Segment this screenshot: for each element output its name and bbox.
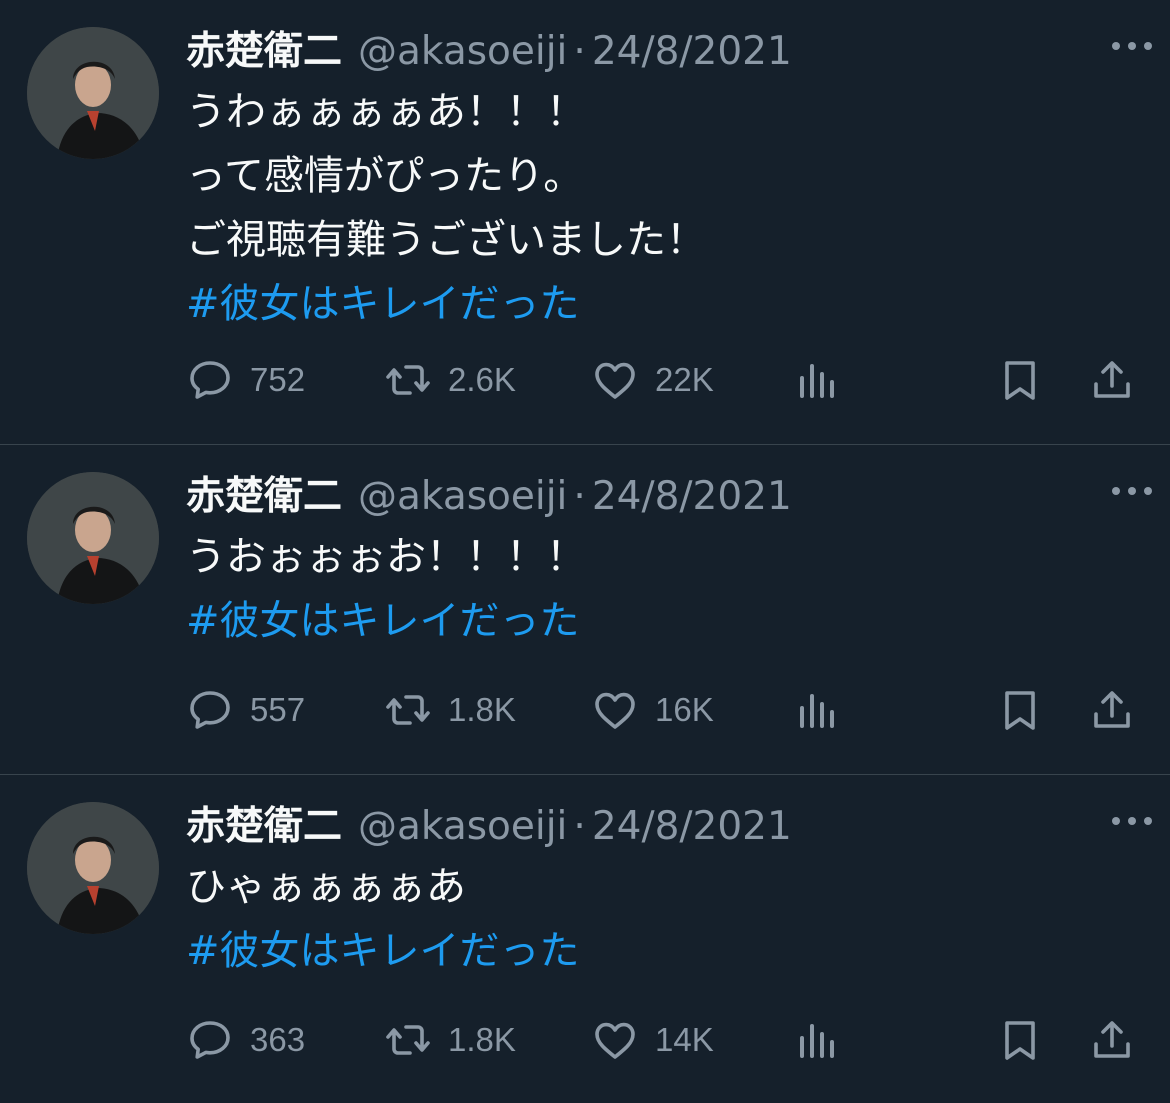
action-bar: 363 1.8K 14K xyxy=(186,1012,1140,1068)
retweet-button[interactable]: 1.8K xyxy=(384,682,516,738)
share-button[interactable] xyxy=(1088,1012,1136,1068)
share-button[interactable] xyxy=(1088,352,1136,408)
like-button[interactable]: 22K xyxy=(591,352,714,408)
bookmark-icon xyxy=(1005,1021,1035,1060)
author-name[interactable]: 赤楚衛二 xyxy=(186,795,342,851)
tweet-date[interactable]: 24/8/2021 xyxy=(592,474,792,519)
heart-icon xyxy=(595,692,635,729)
bookmark-icon xyxy=(1005,361,1035,400)
tweet-text-line: って感情がぴったり。 xyxy=(186,153,584,199)
share-icon xyxy=(1094,1021,1130,1058)
more-icon[interactable] xyxy=(1108,801,1156,841)
like-button[interactable]: 16K xyxy=(591,682,714,738)
tweet-text: うおぉぉぉお！！！！ #彼女はキレイだった xyxy=(186,525,1150,653)
more-icon[interactable] xyxy=(1108,26,1156,66)
retweet-icon xyxy=(386,365,430,395)
separator-dot: · xyxy=(573,474,586,519)
tweet-header: 赤楚衛二 @akasoeiji · 24/8/2021 xyxy=(186,795,1150,851)
tweet-header: 赤楚衛二 @akasoeiji · 24/8/2021 xyxy=(186,465,1150,521)
author-name[interactable]: 赤楚衛二 xyxy=(186,20,342,76)
tweet-header: 赤楚衛二 @akasoeiji · 24/8/2021 xyxy=(186,20,1150,76)
tweet-date[interactable]: 24/8/2021 xyxy=(592,804,792,849)
like-count: 14K xyxy=(655,1021,714,1058)
reply-button[interactable]: 363 xyxy=(186,1012,305,1068)
share-button[interactable] xyxy=(1088,682,1136,738)
author-handle[interactable]: @akasoeiji xyxy=(358,29,567,74)
reply-button[interactable]: 752 xyxy=(186,352,305,408)
retweet-count: 1.8K xyxy=(448,1021,516,1058)
author-handle[interactable]: @akasoeiji xyxy=(358,804,567,849)
hashtag-link[interactable]: #彼女はキレイだった xyxy=(186,919,1150,983)
bookmark-button[interactable] xyxy=(996,1012,1044,1068)
bookmark-button[interactable] xyxy=(996,352,1044,408)
reply-count: 363 xyxy=(250,1021,306,1058)
tweet[interactable]: 赤楚衛二 @akasoeiji · 24/8/2021 うおぉぉぉお！！！！ #… xyxy=(0,445,1170,775)
avatar[interactable] xyxy=(27,27,159,159)
tweet-text-line: うわぁぁぁぁあ！！！ xyxy=(186,89,586,135)
hashtag-link[interactable]: #彼女はキレイだった xyxy=(186,589,1150,653)
author-name[interactable]: 赤楚衛二 xyxy=(186,465,342,521)
views-icon xyxy=(800,694,834,728)
retweet-count: 1.8K xyxy=(448,691,516,728)
views-icon xyxy=(800,364,834,398)
share-icon xyxy=(1094,361,1130,398)
retweet-count: 2.6K xyxy=(448,361,516,398)
tweet-text: ひゃぁぁぁぁあ #彼女はキレイだった xyxy=(186,855,1150,983)
action-bar: 557 1.8K 16K xyxy=(186,682,1140,738)
retweet-icon xyxy=(386,695,430,725)
retweet-button[interactable]: 2.6K xyxy=(384,352,516,408)
reply-icon xyxy=(190,361,230,399)
views-icon xyxy=(800,1024,834,1058)
tweet-text-line: ご視聴有難うございました！ xyxy=(186,217,706,263)
tweet[interactable]: 赤楚衛二 @akasoeiji · 24/8/2021 ひゃぁぁぁぁあ #彼女は… xyxy=(0,775,1170,1103)
tweet-date[interactable]: 24/8/2021 xyxy=(592,29,792,74)
separator-dot: · xyxy=(573,804,586,849)
like-count: 22K xyxy=(655,361,714,398)
retweet-button[interactable]: 1.8K xyxy=(384,1012,516,1068)
bookmark-icon xyxy=(1005,691,1035,730)
bookmark-button[interactable] xyxy=(996,682,1044,738)
like-button[interactable]: 14K xyxy=(591,1012,714,1068)
tweet-text-line: ひゃぁぁぁぁあ xyxy=(186,864,466,910)
share-icon xyxy=(1094,691,1130,728)
more-icon[interactable] xyxy=(1108,471,1156,511)
reply-count: 557 xyxy=(250,691,306,728)
like-count: 16K xyxy=(655,691,714,728)
tweet-text-line: うおぉぉぉお！！！！ xyxy=(186,534,586,580)
reply-count: 752 xyxy=(250,361,306,398)
avatar[interactable] xyxy=(27,472,159,604)
separator-dot: · xyxy=(573,29,586,74)
tweet-text: うわぁぁぁぁあ！！！ って感情がぴったり。 ご視聴有難うございました！ #彼女は… xyxy=(186,80,1150,336)
heart-icon xyxy=(595,362,635,399)
retweet-icon xyxy=(386,1025,430,1055)
views-button[interactable] xyxy=(794,352,842,408)
action-bar: 752 2.6K 22K xyxy=(186,352,1140,408)
views-button[interactable] xyxy=(794,1012,842,1068)
heart-icon xyxy=(595,1022,635,1059)
reply-icon xyxy=(190,1021,230,1059)
reply-icon xyxy=(190,691,230,729)
hashtag-link[interactable]: #彼女はキレイだった xyxy=(186,272,1150,336)
views-button[interactable] xyxy=(794,682,842,738)
tweet[interactable]: 赤楚衛二 @akasoeiji · 24/8/2021 うわぁぁぁぁあ！！！ っ… xyxy=(0,0,1170,445)
avatar[interactable] xyxy=(27,802,159,934)
author-handle[interactable]: @akasoeiji xyxy=(358,474,567,519)
reply-button[interactable]: 557 xyxy=(186,682,305,738)
